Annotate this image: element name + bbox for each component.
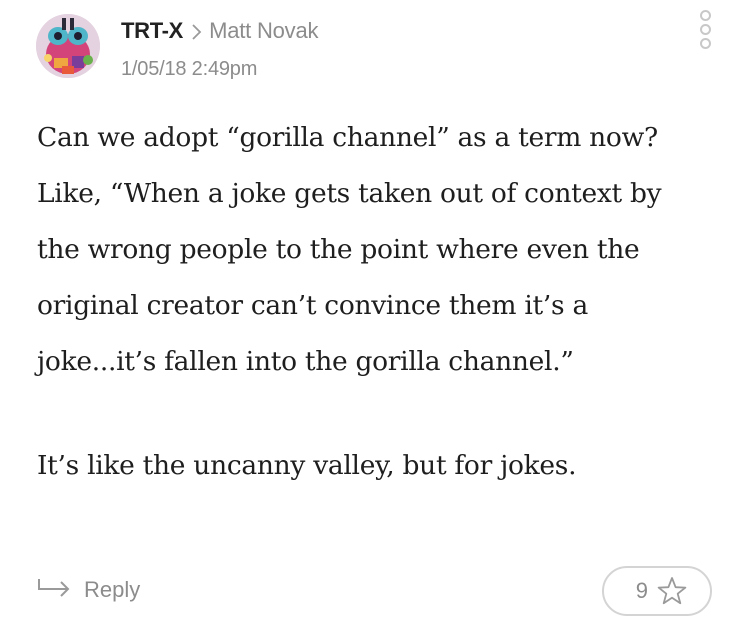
comment-header: TRT-X Matt Novak (121, 16, 319, 46)
reply-label: Reply (84, 577, 141, 602)
more-menu-icon[interactable] (695, 8, 715, 62)
star-count: 9 (635, 578, 648, 603)
reply-arrow-icon (36, 577, 72, 604)
comment-timestamp[interactable]: 1/05/18 2:49pm (121, 56, 257, 82)
reply-to-name[interactable]: Matt Novak (209, 18, 318, 43)
chevron-right-icon (191, 22, 203, 42)
comment-body: Can we adopt “gorilla channel” as a term… (37, 110, 707, 494)
comment-card: TRT-X Matt Novak 1/05/18 2:49pm Can we ad… (0, 0, 750, 624)
avatar[interactable] (36, 14, 100, 78)
star-outline-icon (656, 575, 688, 607)
author-name[interactable]: TRT-X (121, 18, 183, 43)
menu-dot (699, 38, 711, 49)
menu-dot (699, 24, 711, 35)
comment-paragraph: Can we adopt “gorilla channel” as a term… (37, 122, 662, 377)
menu-dot (699, 10, 711, 21)
star-button[interactable]: 9 (602, 566, 712, 616)
reply-button[interactable]: Reply (36, 572, 140, 608)
comment-paragraph: It’s like the uncanny valley, but for jo… (37, 450, 577, 481)
